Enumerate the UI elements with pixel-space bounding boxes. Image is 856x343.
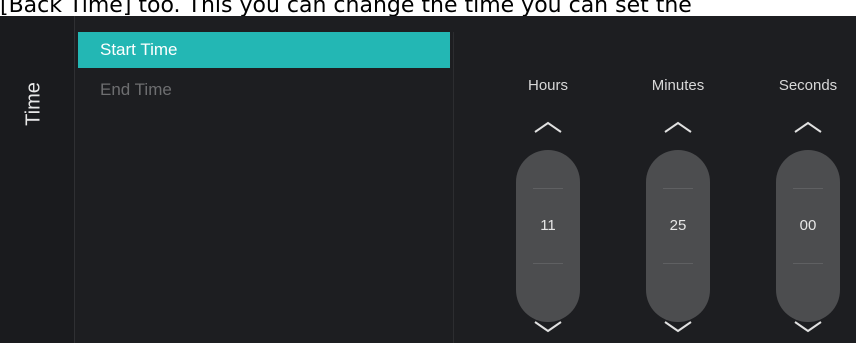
spinner-tick [533, 188, 563, 189]
hours-spinner[interactable]: 11 [516, 150, 580, 322]
panel-divider [453, 32, 454, 343]
spinner-tick [663, 188, 693, 189]
seconds-up-chevron-icon[interactable] [793, 119, 823, 135]
menu-item-end-time[interactable]: End Time [78, 72, 450, 108]
hours-value: 11 [540, 217, 556, 234]
hours-down-chevron-icon[interactable] [533, 318, 563, 334]
seconds-value: 00 [799, 217, 817, 234]
spinner-tick [663, 263, 693, 264]
side-rail: Time [0, 16, 75, 343]
minutes-spinner[interactable]: 25 [646, 150, 710, 322]
minutes-value: 25 [669, 217, 687, 234]
spinner-tick [793, 188, 823, 189]
spinner-tick [793, 263, 823, 264]
seconds-label: Seconds [778, 77, 838, 94]
seconds-spinner[interactable]: 00 [776, 150, 840, 322]
side-title: Time [22, 74, 45, 134]
time-menu: Start Time End Time [78, 16, 450, 343]
hours-label: Hours [527, 77, 568, 94]
menu-item-start-time[interactable]: Start Time [78, 32, 450, 68]
hours-up-chevron-icon[interactable] [533, 119, 563, 135]
side-title-label: Time [22, 82, 45, 126]
tv-settings-screen: Time Start Time End Time Hours 11 Minute… [0, 16, 856, 343]
spinner-tick [533, 263, 563, 264]
minutes-down-chevron-icon[interactable] [663, 318, 693, 334]
minutes-up-chevron-icon[interactable] [663, 119, 693, 135]
seconds-down-chevron-icon[interactable] [793, 318, 823, 334]
minutes-label: Minutes [651, 77, 705, 94]
